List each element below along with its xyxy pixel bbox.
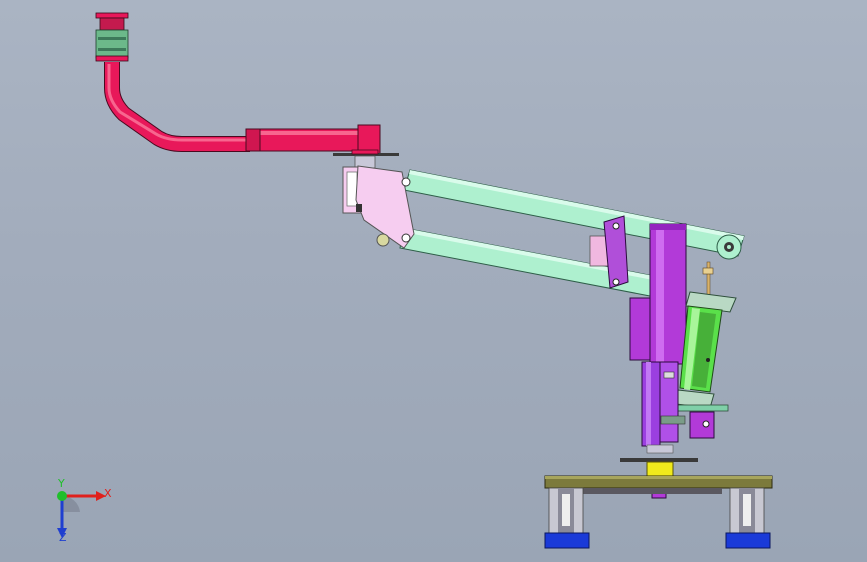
y-axis-label: Y [58,477,65,490]
foot-block-right[interactable] [725,532,771,549]
cylinder-bracket[interactable] [689,411,715,439]
balancer-arm-model[interactable] [0,0,867,562]
x-axis-label: X [104,487,112,500]
z-axis-label: Z [59,531,67,544]
base-leg-left [548,487,584,535]
cylinder-rod [702,261,714,297]
head-plate[interactable] [342,165,415,249]
model-viewport[interactable]: X Y Z [0,0,867,562]
foot-block-left[interactable] [544,532,590,549]
y-axis-dot [57,491,67,501]
swivel-flange[interactable] [95,12,129,62]
coordinate-triad: X Y Z [48,478,118,548]
bent-pipe[interactable] [104,62,250,152]
base-leg-right [729,487,765,535]
rotary-joint [333,149,399,169]
